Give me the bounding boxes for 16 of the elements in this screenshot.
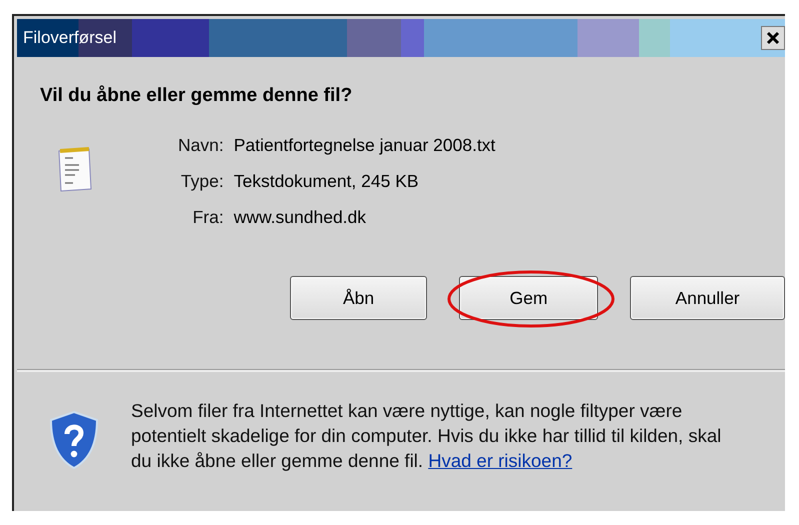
field-value: Patientfortegnelse januar 2008.txt: [234, 135, 496, 156]
close-button[interactable]: [761, 26, 785, 50]
dialog-button[interactable]: Annuller: [630, 276, 785, 320]
security-shield-icon: [47, 410, 101, 470]
window-title: Filoverførsel: [22, 28, 117, 48]
field-label: Fra:: [192, 207, 224, 228]
field-label: Navn:: [178, 135, 224, 156]
dialog-button[interactable]: Åbn: [290, 276, 428, 320]
close-icon: [766, 31, 780, 45]
field-value: Tekstdokument, 245 KB: [234, 171, 420, 192]
field-label: Type:: [180, 171, 224, 192]
field-value: www.sundhed.dk: [234, 207, 368, 228]
dialog-button[interactable]: Gem: [459, 276, 598, 320]
risk-link[interactable]: Hvad er risikoen?: [428, 450, 572, 471]
warning-text: Selvom filer fra Internettet kan være nyttige, kan nogle filtyper være potentielt skadelige for din computer. Hvis du ikke har tillid til kilden, skal du ikke åbne eller gemme denne fil. Hvad er risikoen?: [131, 399, 722, 473]
dialog-question: Vil du åbne eller gemme denne fil?: [40, 85, 354, 107]
